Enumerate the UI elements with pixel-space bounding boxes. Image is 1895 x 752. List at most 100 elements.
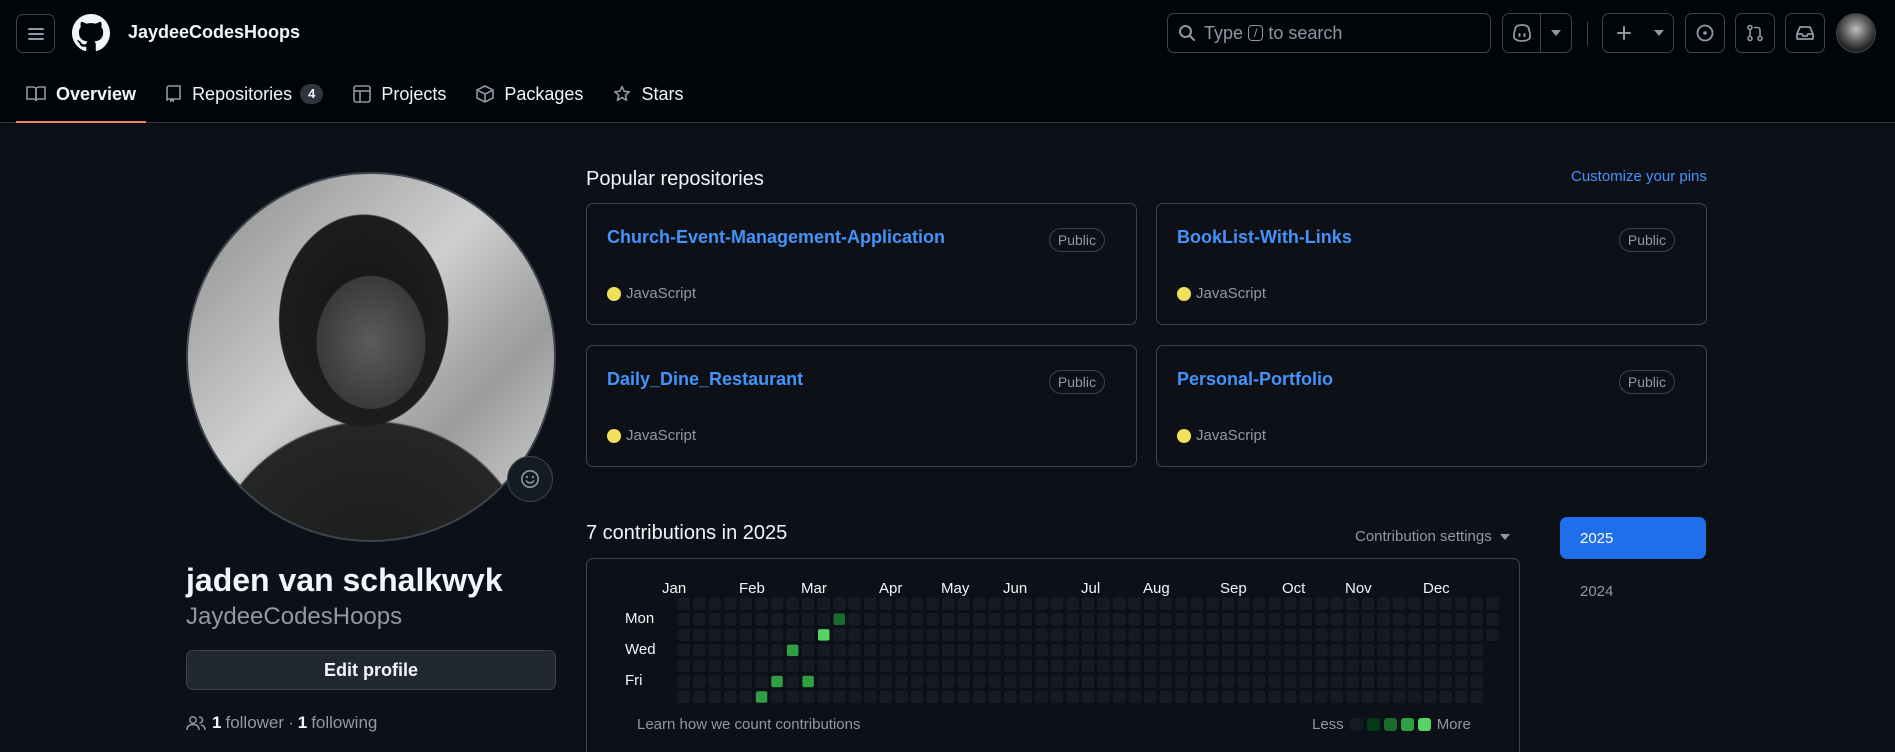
repo-language-label: JavaScript bbox=[1196, 427, 1267, 444]
issue-opened-icon bbox=[1696, 24, 1714, 42]
repo-language-label: JavaScript bbox=[626, 427, 697, 444]
month-label: Nov bbox=[1345, 580, 1372, 597]
tab-overview-label: Overview bbox=[56, 83, 137, 104]
plus-icon bbox=[1617, 26, 1631, 40]
set-status-button[interactable] bbox=[507, 456, 553, 502]
edit-profile-button[interactable]: Edit profile bbox=[186, 650, 556, 690]
repo-link[interactable]: BookList-With-Links bbox=[1177, 227, 1352, 248]
followers-link[interactable]: follower bbox=[225, 713, 284, 733]
month-label: Aug bbox=[1143, 580, 1170, 597]
header-divider bbox=[1587, 22, 1588, 46]
contribution-settings-button[interactable]: Contribution settings bbox=[1355, 528, 1510, 545]
repo-language: JavaScript bbox=[607, 285, 696, 302]
create-dropdown[interactable] bbox=[1645, 14, 1673, 52]
triangle-down-icon bbox=[1499, 533, 1510, 540]
repo-card: Daily_Dine_Restaurant Public JavaScript bbox=[586, 345, 1137, 467]
repo-icon bbox=[166, 85, 181, 103]
following-link[interactable]: following bbox=[311, 713, 377, 733]
profile-tabs: Overview Repositories 4 Projects Package… bbox=[16, 72, 703, 123]
issues-button[interactable] bbox=[1685, 13, 1725, 53]
profile-avatar[interactable] bbox=[186, 172, 556, 542]
month-label: Apr bbox=[879, 580, 903, 597]
create-new-button[interactable] bbox=[1602, 13, 1674, 53]
triangle-down-icon bbox=[1654, 30, 1664, 36]
user-avatar-menu[interactable] bbox=[1836, 13, 1876, 53]
visibility-badge: Public bbox=[1048, 228, 1105, 252]
tab-repositories-label: Repositories bbox=[192, 83, 293, 104]
month-label: Oct bbox=[1282, 580, 1306, 597]
popular-repositories-title: Popular repositories bbox=[586, 168, 764, 190]
month-label: Jan bbox=[662, 580, 687, 597]
tab-stars[interactable]: Stars bbox=[603, 72, 693, 116]
learn-contributions-link[interactable]: Learn how we count contributions bbox=[637, 716, 860, 733]
follow-stats: 1 follower · 1 following bbox=[186, 713, 377, 733]
repo-card: Personal-Portfolio Public JavaScript bbox=[1156, 345, 1707, 467]
github-logo-icon[interactable] bbox=[72, 14, 110, 52]
people-icon bbox=[186, 716, 206, 731]
repo-language: JavaScript bbox=[1177, 285, 1266, 302]
tab-packages-label: Packages bbox=[504, 83, 584, 104]
language-color-dot bbox=[607, 286, 621, 301]
copilot-dropdown-button[interactable] bbox=[1541, 14, 1571, 52]
month-label: Feb bbox=[739, 580, 765, 597]
legend-level-3 bbox=[1400, 718, 1414, 731]
inbox-button[interactable] bbox=[1785, 13, 1825, 53]
tab-repositories[interactable]: Repositories 4 bbox=[156, 72, 333, 116]
followers-count[interactable]: 1 bbox=[212, 713, 221, 733]
following-count[interactable]: 1 bbox=[298, 713, 307, 733]
copilot-button[interactable] bbox=[1503, 14, 1540, 52]
repo-language: JavaScript bbox=[1177, 427, 1266, 444]
tab-projects[interactable]: Projects bbox=[343, 72, 456, 116]
day-label: Wed bbox=[625, 641, 656, 658]
copilot-icon bbox=[1512, 24, 1531, 42]
month-label: Sep bbox=[1220, 580, 1247, 597]
search-placeholder-before: Type bbox=[1204, 22, 1244, 43]
contributions-title: 7 contributions in 2025 bbox=[586, 522, 788, 544]
legend-more: More bbox=[1436, 716, 1471, 733]
triangle-down-icon bbox=[1551, 30, 1562, 36]
star-icon bbox=[614, 85, 631, 102]
language-color-dot bbox=[1177, 286, 1191, 301]
month-label: Dec bbox=[1423, 580, 1450, 597]
pull-requests-button[interactable] bbox=[1735, 13, 1775, 53]
visibility-badge: Public bbox=[1618, 228, 1675, 252]
header-username-link[interactable]: JaydeeCodesHoops bbox=[128, 22, 300, 43]
tab-packages[interactable]: Packages bbox=[466, 72, 593, 116]
day-label: Fri bbox=[625, 672, 643, 689]
customize-pins-link[interactable]: Customize your pins bbox=[1571, 168, 1707, 185]
search-shortcut-key: / bbox=[1248, 25, 1264, 41]
repo-language-label: JavaScript bbox=[626, 285, 697, 302]
search-placeholder-after: to search bbox=[1268, 22, 1343, 43]
legend-level-0 bbox=[1349, 718, 1363, 731]
tab-stars-label: Stars bbox=[641, 83, 684, 104]
tab-overview[interactable]: Overview bbox=[16, 72, 147, 123]
profile-login: JaydeeCodesHoops bbox=[186, 603, 403, 630]
year-button-2025[interactable]: 2025 bbox=[1560, 517, 1706, 559]
smiley-icon bbox=[521, 470, 539, 488]
day-label: Mon bbox=[625, 610, 655, 627]
repo-card: BookList-With-Links Public JavaScript bbox=[1156, 203, 1707, 325]
repo-card: Church-Event-Management-Application Publ… bbox=[586, 203, 1137, 325]
year-button-2024[interactable]: 2024 bbox=[1560, 570, 1706, 612]
book-icon bbox=[26, 86, 46, 102]
package-icon bbox=[476, 85, 495, 103]
repo-link[interactable]: Daily_Dine_Restaurant bbox=[607, 369, 803, 390]
legend-less: Less bbox=[1312, 716, 1344, 733]
menu-button[interactable] bbox=[16, 14, 55, 53]
search-icon bbox=[1179, 25, 1195, 41]
month-label: Mar bbox=[801, 580, 827, 597]
repo-link[interactable]: Personal-Portfolio bbox=[1177, 369, 1333, 390]
repo-link[interactable]: Church-Event-Management-Application bbox=[607, 227, 945, 248]
search-input[interactable]: Type / to search bbox=[1167, 13, 1491, 53]
table-icon bbox=[353, 85, 372, 103]
repositories-count-badge: 4 bbox=[300, 84, 324, 104]
profile-full-name: jaden van schalkwyk bbox=[186, 562, 503, 598]
global-header: JaydeeCodesHoops Type / to search Overvi… bbox=[0, 0, 1895, 123]
legend-level-1 bbox=[1366, 718, 1380, 731]
contribution-legend: Less More bbox=[1312, 716, 1471, 733]
month-label: Jun bbox=[1003, 580, 1028, 597]
git-pull-request-icon bbox=[1747, 24, 1763, 42]
plus-segment[interactable] bbox=[1603, 14, 1645, 52]
repo-language: JavaScript bbox=[607, 427, 696, 444]
follow-separator: · bbox=[288, 713, 294, 732]
